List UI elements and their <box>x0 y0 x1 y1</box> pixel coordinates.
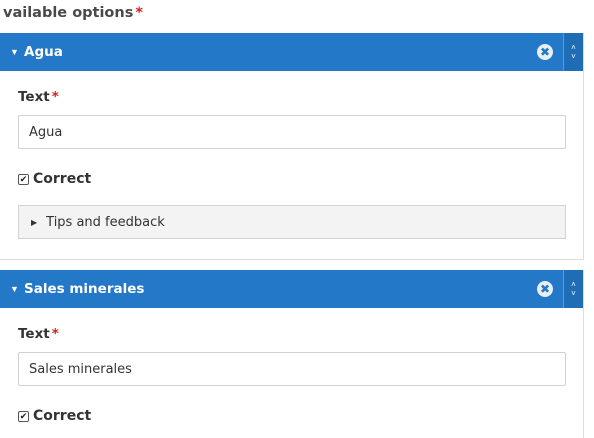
text-field-label: Text * <box>18 308 565 344</box>
option-title: Agua <box>24 44 63 60</box>
remove-option-icon[interactable]: ✖ <box>537 281 553 297</box>
reorder-control[interactable]: ˄ ˅ <box>563 270 583 308</box>
option-text-input[interactable]: Sales minerales <box>18 352 566 386</box>
option-panel-agua: ▼ Agua ✖ ˄ ˅ Text * Agua ✔ Correct ▶ Tips… <box>0 33 584 260</box>
option-header[interactable]: ▼ Agua ✖ ˄ ˅ <box>0 33 583 71</box>
option-text-input[interactable]: Agua <box>18 115 566 149</box>
collapse-caret-icon[interactable]: ▼ <box>10 284 20 294</box>
correct-checkbox-row[interactable]: ✔ Correct <box>18 169 565 189</box>
remove-option-icon[interactable]: ✖ <box>537 44 553 60</box>
correct-checkbox[interactable]: ✔ <box>18 410 29 422</box>
required-asterisk: * <box>51 326 59 342</box>
move-down-icon[interactable]: ˅ <box>571 52 576 61</box>
move-up-icon[interactable]: ˄ <box>571 280 576 289</box>
available-options-text: vailable options <box>3 5 134 21</box>
text-label: Text <box>18 326 50 342</box>
required-asterisk: * <box>51 89 59 105</box>
text-field-label: Text * <box>18 71 565 107</box>
correct-label[interactable]: Correct <box>33 408 91 424</box>
tips-and-feedback-label: Tips and feedback <box>46 214 165 230</box>
expand-caret-icon: ▶ <box>31 217 38 227</box>
move-down-icon[interactable]: ˅ <box>571 289 576 298</box>
reorder-control[interactable]: ˄ ˅ <box>563 33 583 71</box>
text-label: Text <box>18 89 50 105</box>
required-asterisk: * <box>135 5 143 21</box>
correct-checkbox-row[interactable]: ✔ Correct <box>18 406 565 426</box>
tips-and-feedback-toggle[interactable]: ▶ Tips and feedback <box>18 205 566 239</box>
option-panel-sales-minerales: ▼ Sales minerales ✖ ˄ ˅ Text * Sales mine… <box>0 270 584 438</box>
available-options-label: vailable options * <box>3 5 143 21</box>
move-up-icon[interactable]: ˄ <box>571 43 576 52</box>
collapse-caret-icon[interactable]: ▼ <box>10 47 20 57</box>
option-header[interactable]: ▼ Sales minerales ✖ ˄ ˅ <box>0 270 583 308</box>
correct-checkbox[interactable]: ✔ <box>18 173 29 185</box>
option-title: Sales minerales <box>24 281 145 297</box>
correct-label[interactable]: Correct <box>33 171 91 187</box>
